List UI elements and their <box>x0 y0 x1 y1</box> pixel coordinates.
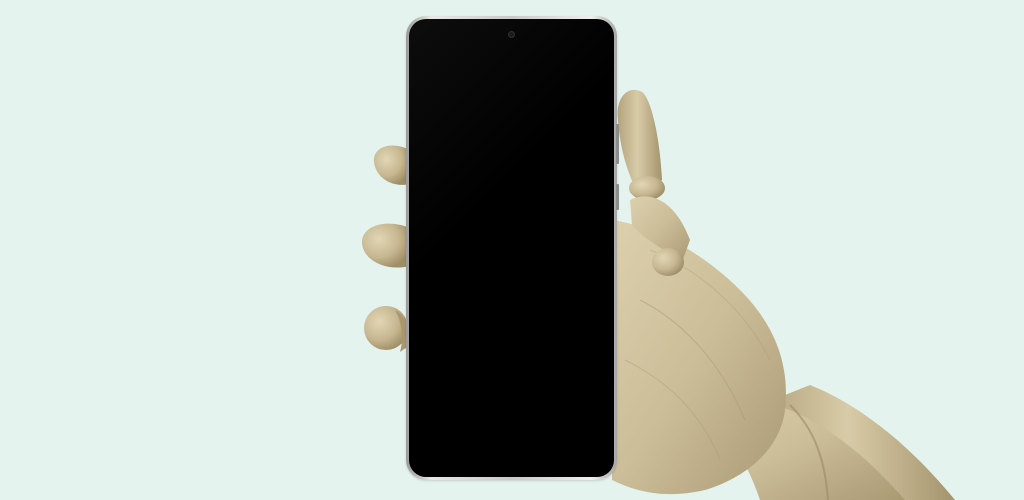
ring-fingertip <box>364 306 411 352</box>
photo-scene <box>0 0 1024 500</box>
palm <box>612 220 786 495</box>
volume-button <box>616 124 619 164</box>
middle-fingertip <box>362 223 410 268</box>
power-button <box>616 184 619 210</box>
index-fingertip <box>373 145 410 185</box>
smartphone <box>406 16 619 480</box>
front-camera-icon <box>508 31 515 38</box>
phone-screen <box>409 19 614 477</box>
